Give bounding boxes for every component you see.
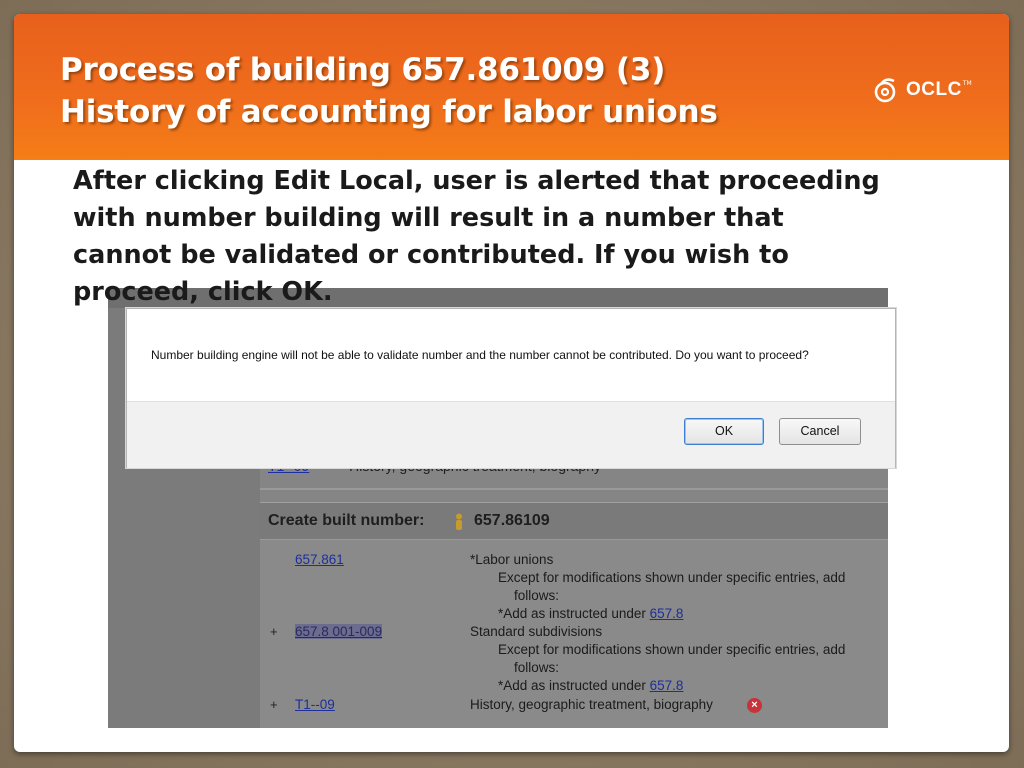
panel-title: Create built number: — [268, 512, 425, 529]
ok-button[interactable]: OK — [684, 418, 764, 445]
body-line: After clicking Edit Local, user is alert… — [73, 166, 880, 196]
oclc-logo: OCLC TM — [872, 74, 972, 106]
built-number-value: 657.86109 — [474, 512, 550, 529]
entry-text: *Add as instructed under 657.8 — [498, 606, 683, 621]
entry-ref-link[interactable]: 657.8 — [650, 678, 684, 693]
dialog-body: Number building engine will not be able … — [127, 309, 895, 401]
expand-plus[interactable]: + — [270, 697, 278, 712]
entry-text: *Add as instructed under — [498, 678, 650, 693]
entry-text: *Add as instructed under 657.8 — [498, 678, 683, 693]
confirm-dialog: Number building engine will not be able … — [126, 308, 896, 468]
slide-title-line-1: Process of building 657.861009 (3) — [60, 52, 666, 88]
entry-657-861-link[interactable]: 657.861 — [295, 552, 344, 567]
body-line: with number building will result in a nu… — [73, 203, 784, 233]
cancel-button[interactable]: Cancel — [779, 418, 861, 445]
body-line: cannot be validated or contributed. If y… — [73, 240, 789, 270]
dialog-button-bar: OK Cancel — [127, 401, 895, 468]
entry-text: Except for modifications shown under spe… — [498, 642, 846, 657]
expand-plus[interactable]: + — [270, 624, 278, 639]
divider — [260, 488, 888, 490]
entry-text: follows: — [514, 588, 560, 603]
entry-text: follows: — [514, 660, 560, 675]
slide-title-line-2: History of accounting for labor unions — [60, 94, 718, 130]
panel-header: Create built number: 657.86109 — [260, 503, 888, 540]
title-banner: Process of building 657.861009 (3) Histo… — [14, 14, 1009, 160]
create-built-number-panel: Create built number: 657.86109 657.861 *… — [260, 502, 888, 728]
entry-text: History, geographic treatment, biography — [470, 697, 713, 712]
body-line: proceed, click OK. — [73, 277, 333, 307]
error-icon[interactable]: × — [747, 698, 762, 713]
entry-text: Except for modifications shown under spe… — [498, 570, 846, 585]
entry-657-8-001-009-link[interactable]: 657.8 001-009 — [295, 624, 383, 639]
entry-t1-09-link[interactable]: T1--09 — [295, 697, 335, 712]
dialog-message: Number building engine will not be able … — [151, 348, 809, 362]
person-icon — [456, 513, 462, 530]
entry-text: Standard subdivisions — [470, 624, 603, 639]
logo-trademark: TM — [962, 79, 972, 87]
oclc-logo-icon — [874, 78, 896, 103]
entry-text: *Labor unions — [470, 552, 554, 567]
logo-text: OCLC — [906, 79, 962, 100]
entry-text: *Add as instructed under — [498, 606, 650, 621]
entry-ref-link[interactable]: 657.8 — [650, 606, 684, 621]
slide-body-text: After clicking Edit Local, user is alert… — [73, 163, 933, 311]
